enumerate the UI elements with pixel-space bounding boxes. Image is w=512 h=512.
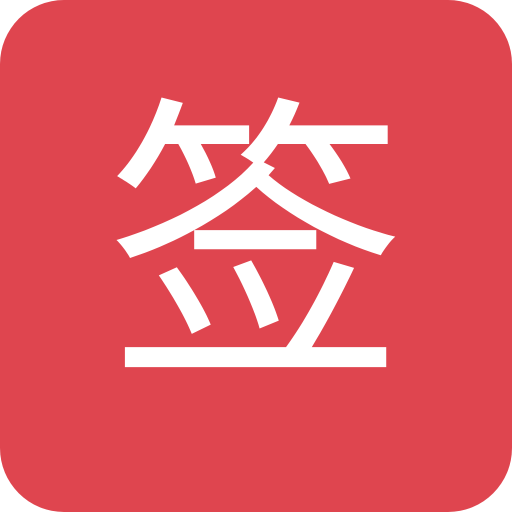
app-icon-glyph: 签	[106, 73, 406, 422]
app-icon[interactable]: 签	[0, 0, 512, 512]
